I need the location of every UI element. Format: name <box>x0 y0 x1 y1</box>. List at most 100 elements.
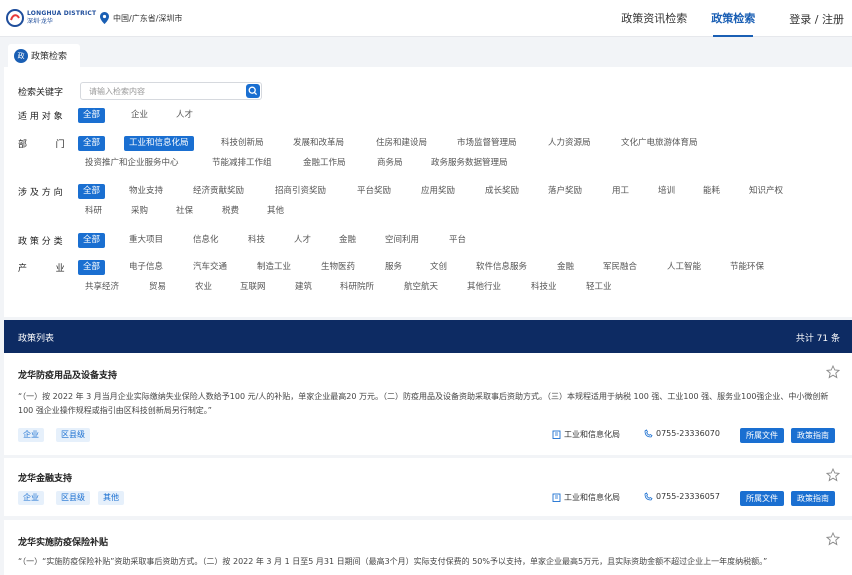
search-icon <box>248 86 258 96</box>
dept-option[interactable]: 市场监督管理局 <box>452 136 522 151</box>
direction-option[interactable]: 采购 <box>126 204 153 219</box>
industry-option[interactable]: 互联网 <box>235 280 271 295</box>
department-name: 工业和信息化局 <box>564 493 620 502</box>
phone-icon <box>644 429 653 438</box>
target-option[interactable]: 全部 <box>78 108 106 123</box>
industry-option[interactable]: 航空航天 <box>399 280 443 295</box>
policy-title[interactable]: 龙华金融支持 <box>18 471 72 484</box>
nav-policy-news-search[interactable]: 政策资讯检索 <box>609 0 699 37</box>
policy-card[interactable]: 龙华金融支持 企业 区县级 其他 工业和信息化局 0755-23336057 所… <box>4 458 852 516</box>
direction-option[interactable]: 用工 <box>607 184 634 199</box>
industry-option[interactable]: 服务 <box>380 260 407 275</box>
category-option[interactable]: 科技 <box>243 233 270 248</box>
dept-option[interactable]: 政务服务数据管理局 <box>426 156 513 171</box>
industry-option[interactable]: 软件信息服务 <box>471 260 532 275</box>
industry-option[interactable]: 贸易 <box>144 280 171 295</box>
tab-policy-search[interactable]: 政 政策检索 <box>8 44 80 67</box>
dept-option[interactable]: 全部 <box>78 136 106 151</box>
industry-option[interactable]: 文创 <box>425 260 452 275</box>
main-nav: 政策资讯检索 政策检索 登录 / 注册 <box>609 0 852 37</box>
category-option[interactable]: 平台 <box>444 233 471 248</box>
dept-option[interactable]: 工业和信息化局 <box>124 136 194 151</box>
dept-label: 部 门 <box>18 140 65 150</box>
related-file-button[interactable]: 所属文件 <box>740 428 784 443</box>
direction-option[interactable]: 社保 <box>171 204 198 219</box>
policy-list-title: 政策列表 <box>18 334 55 344</box>
policy-list-count: 共计 71 条 <box>795 334 840 344</box>
target-option[interactable]: 人才 <box>171 108 198 123</box>
dept-option[interactable]: 商务局 <box>372 156 408 171</box>
search-box <box>80 82 262 100</box>
category-option[interactable]: 信息化 <box>188 233 224 248</box>
direction-option[interactable]: 招商引资奖励 <box>270 184 331 199</box>
industry-option[interactable]: 制造工业 <box>252 260 296 275</box>
policy-tag: 企业 <box>18 491 44 505</box>
direction-option[interactable]: 物业支持 <box>124 184 168 199</box>
site-logo[interactable]: LONGHUA DISTRICT 深圳·龙华 <box>6 9 96 27</box>
dept-option[interactable]: 投资推广和企业服务中心 <box>80 156 184 171</box>
phone-number: 0755-23336057 <box>656 492 720 501</box>
location-selector[interactable]: 中国/广东省/深圳市 <box>100 12 182 24</box>
policy-tag: 区县级 <box>56 428 90 442</box>
direction-option[interactable]: 应用奖励 <box>416 184 460 199</box>
direction-option[interactable]: 其他 <box>262 204 289 219</box>
direction-option[interactable]: 能耗 <box>698 184 725 199</box>
industry-option[interactable]: 军民融合 <box>598 260 642 275</box>
dept-option[interactable]: 金融工作局 <box>298 156 351 171</box>
direction-option[interactable]: 税费 <box>217 204 244 219</box>
policy-guide-button[interactable]: 政策指南 <box>791 428 835 443</box>
industry-option[interactable]: 金融 <box>552 260 579 275</box>
dept-option[interactable]: 人力资源局 <box>543 136 596 151</box>
dept-option[interactable]: 住房和建设局 <box>371 136 432 151</box>
search-input[interactable] <box>81 83 241 99</box>
policy-title[interactable]: 龙华实施防疫保险补贴 <box>18 535 108 548</box>
building-icon <box>552 430 561 439</box>
industry-option[interactable]: 汽车交通 <box>188 260 232 275</box>
dept-option[interactable]: 科技创新局 <box>216 136 269 151</box>
industry-option[interactable]: 生物医药 <box>316 260 360 275</box>
category-option[interactable]: 重大项目 <box>124 233 168 248</box>
target-option[interactable]: 企业 <box>126 108 153 123</box>
search-button[interactable] <box>246 84 260 98</box>
dept-option[interactable]: 发展和改革局 <box>288 136 349 151</box>
direction-option[interactable]: 经济贡献奖励 <box>188 184 249 199</box>
star-icon[interactable] <box>826 365 840 379</box>
policy-card[interactable]: 龙华防疫用品及设备支持 “（一）按 2022 年 3 月当月企业实际缴纳失业保险… <box>4 353 852 455</box>
direction-option[interactable]: 知识产权 <box>744 184 788 199</box>
direction-option[interactable]: 培训 <box>653 184 680 199</box>
direction-option[interactable]: 全部 <box>78 184 106 199</box>
industry-option[interactable]: 其他行业 <box>462 280 506 295</box>
policy-card[interactable]: 龙华实施防疫保险补贴 “（一）“实施防疫保险补贴”资助采取事后资助方式。（二）按… <box>4 520 852 575</box>
login-register-link[interactable]: 登录 / 注册 <box>767 11 852 27</box>
location-pin-icon <box>100 12 109 24</box>
direction-option[interactable]: 科研 <box>80 204 107 219</box>
nav-policy-search[interactable]: 政策检索 <box>699 0 767 37</box>
industry-option[interactable]: 电子信息 <box>124 260 168 275</box>
industry-option[interactable]: 科研院所 <box>335 280 379 295</box>
industry-option[interactable]: 轻工业 <box>581 280 617 295</box>
policy-description: “（一）“实施防疫保险补贴”资助采取事后资助方式。（二）按 2022 年 3 月… <box>18 557 768 566</box>
category-option[interactable]: 金融 <box>334 233 361 248</box>
industry-option[interactable]: 全部 <box>78 260 106 275</box>
phone-number: 0755-23336070 <box>656 429 720 438</box>
industry-option[interactable]: 节能环保 <box>725 260 769 275</box>
direction-option[interactable]: 平台奖励 <box>352 184 396 199</box>
direction-option[interactable]: 成长奖励 <box>480 184 524 199</box>
category-option[interactable]: 空间利用 <box>380 233 424 248</box>
dept-option[interactable]: 节能减排工作组 <box>207 156 277 171</box>
direction-option[interactable]: 落户奖励 <box>543 184 587 199</box>
category-option[interactable]: 全部 <box>78 233 106 248</box>
category-option[interactable]: 人才 <box>289 233 316 248</box>
dept-option[interactable]: 文化广电旅游体育局 <box>616 136 703 151</box>
industry-option[interactable]: 科技业 <box>526 280 562 295</box>
star-icon[interactable] <box>826 468 840 482</box>
star-icon[interactable] <box>826 532 840 546</box>
industry-option[interactable]: 农业 <box>190 280 217 295</box>
policy-guide-button[interactable]: 政策指南 <box>791 491 835 506</box>
policy-title[interactable]: 龙华防疫用品及设备支持 <box>18 368 117 381</box>
related-file-button[interactable]: 所属文件 <box>740 491 784 506</box>
industry-option[interactable]: 建筑 <box>290 280 317 295</box>
industry-option[interactable]: 共享经济 <box>80 280 124 295</box>
industry-option[interactable]: 人工智能 <box>662 260 706 275</box>
building-icon <box>552 493 561 502</box>
